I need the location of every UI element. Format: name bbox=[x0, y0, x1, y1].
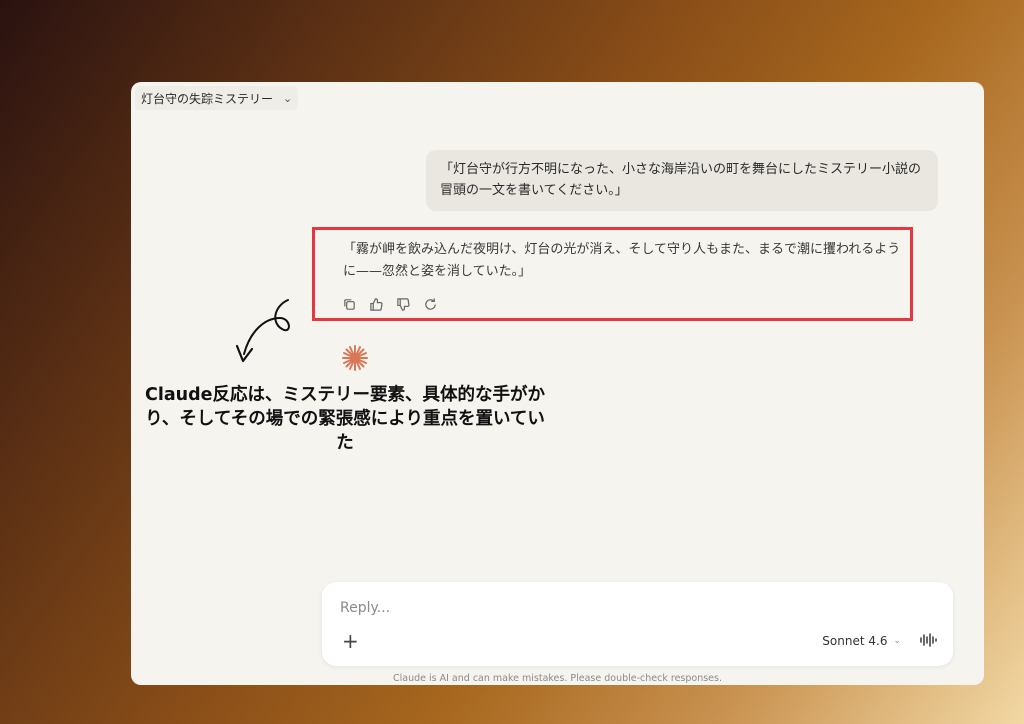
assistant-message: 「霧が岬を飲み込んだ夜明け、灯台の光が消え、そして守り人もまた、まるで潮に攫われ… bbox=[343, 239, 913, 283]
user-message-text: 「灯台守が行方不明になった、小さな海岸沿いの町を舞台にしたミステリー小説の冒頭の… bbox=[440, 162, 922, 198]
conversation-title: 灯台守の失踪ミステリー bbox=[141, 91, 274, 106]
retry-icon[interactable] bbox=[423, 297, 438, 312]
plus-icon[interactable]: + bbox=[342, 631, 359, 651]
reply-composer: Reply... + Sonnet 4.6 ⌄ bbox=[322, 582, 953, 666]
message-actions bbox=[342, 297, 438, 312]
reply-input[interactable]: Reply... bbox=[340, 600, 390, 616]
assistant-message-text: 「霧が岬を飲み込んだ夜明け、灯台の光が消え、そして守り人もまた、まるで潮に攫われ… bbox=[343, 242, 901, 279]
thumbs-up-icon[interactable] bbox=[369, 297, 384, 312]
chevron-down-icon: ⌄ bbox=[283, 91, 293, 105]
claude-spark-icon bbox=[340, 343, 370, 373]
voice-icon[interactable] bbox=[919, 632, 937, 648]
disclaimer: Claude is AI and can make mistakes. Plea… bbox=[392, 673, 722, 684]
annotation-text: Claude反応は、ミステリー要素、具体的な手がかり、そしてその場での緊張感によ… bbox=[144, 385, 545, 453]
thumbs-down-icon[interactable] bbox=[396, 297, 411, 312]
conversation-title-dropdown[interactable]: 灯台守の失踪ミステリー ⌄ bbox=[135, 86, 299, 110]
model-selector[interactable]: Sonnet 4.6 ⌄ bbox=[822, 634, 901, 648]
curved-arrow-icon bbox=[235, 299, 290, 363]
copy-icon[interactable] bbox=[342, 297, 357, 312]
chevron-down-icon: ⌄ bbox=[893, 636, 901, 646]
model-label: Sonnet 4.6 bbox=[822, 634, 888, 648]
user-message: 「灯台守が行方不明になった、小さな海岸沿いの町を舞台にしたミステリー小説の冒頭の… bbox=[426, 150, 938, 211]
